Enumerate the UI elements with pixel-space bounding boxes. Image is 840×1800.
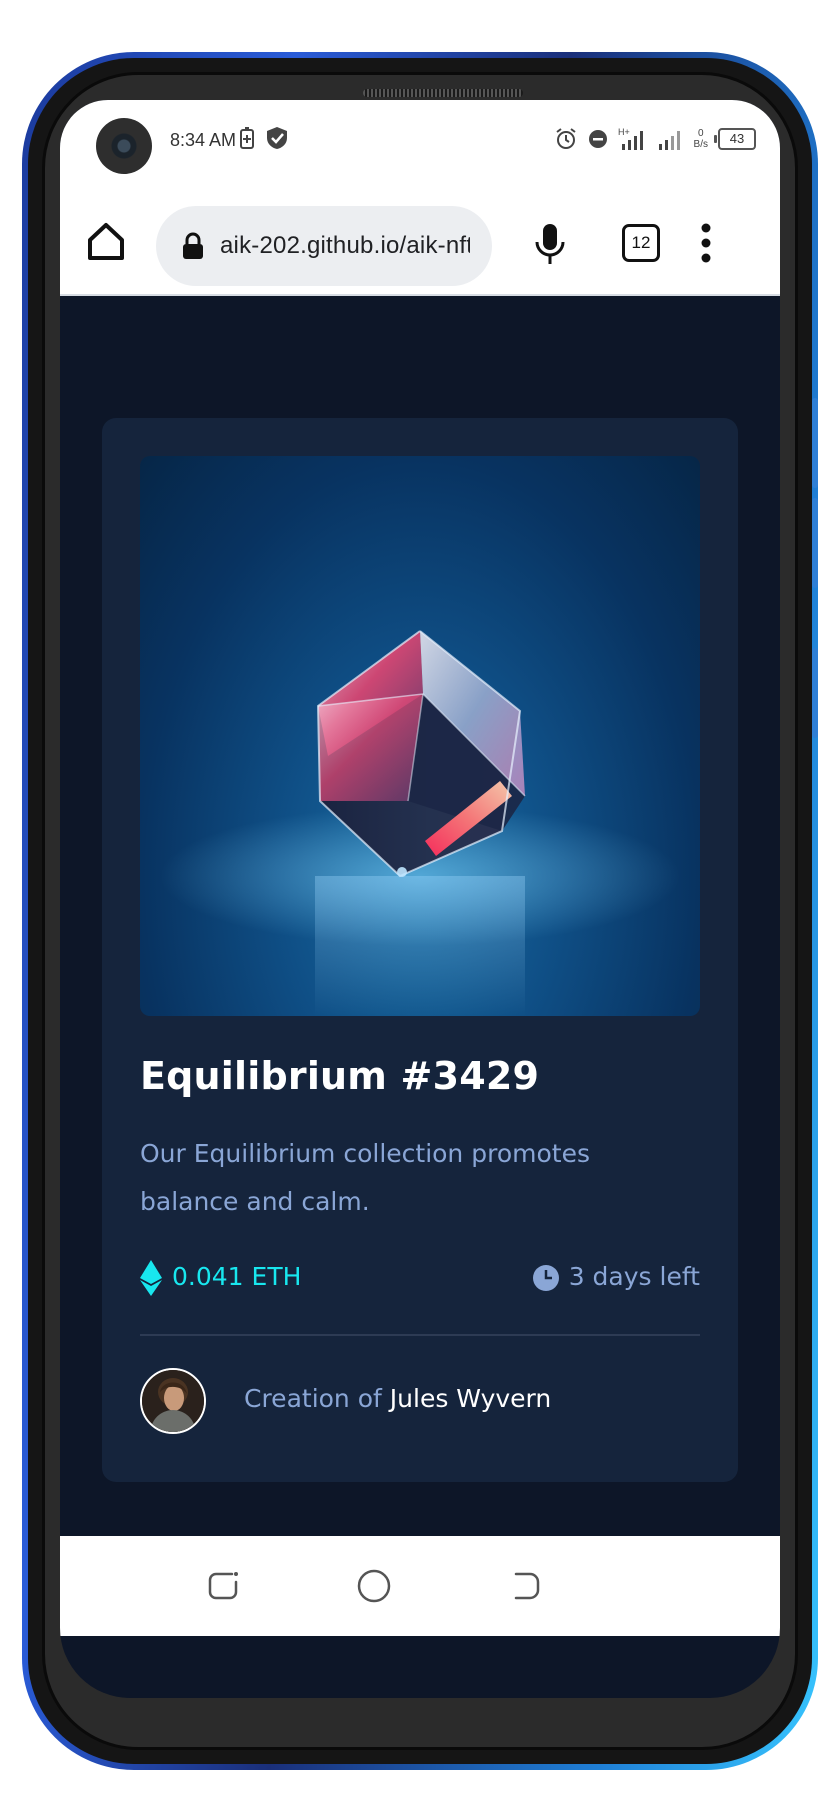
signal-icon — [658, 131, 680, 150]
address-bar[interactable]: aik-202.github.io/aik-nft — [156, 206, 492, 286]
status-time: 8:34 AM — [170, 130, 237, 150]
phone-screen: 8:34 AM H+ 0 B/s 43 aik-202.github.io/ai… — [60, 100, 780, 1698]
browser-toolbar: aik-202.github.io/aik-nft 12 — [60, 188, 780, 296]
front-camera — [96, 118, 152, 174]
creator-name-link[interactable]: Jules Wyvern — [390, 1384, 551, 1413]
status-right-icons: H+ 0 B/s 43 — [554, 126, 756, 152]
shield-icon — [267, 127, 287, 149]
battery-icon: 43 — [714, 128, 756, 150]
network-speed-unit: B/s — [693, 139, 708, 150]
back-icon[interactable] — [508, 1568, 544, 1604]
signal-h-icon: H+ — [618, 127, 643, 150]
status-bar: 8:34 AM H+ 0 B/s 43 — [60, 100, 780, 188]
volume-down-button — [812, 498, 818, 588]
creator-row: Creation of Jules Wyvern — [140, 1368, 700, 1434]
time-left: 3 days left — [568, 1262, 700, 1291]
nft-description: Our Equilibrium collection promotes bala… — [140, 1139, 590, 1216]
recents-icon[interactable] — [206, 1568, 242, 1604]
system-nav-bar — [60, 1536, 780, 1636]
nft-price: 0.041 ETH — [172, 1262, 302, 1291]
home-icon[interactable] — [84, 220, 128, 264]
card-divider — [140, 1334, 700, 1336]
dnd-icon — [588, 130, 607, 148]
mic-icon[interactable] — [530, 222, 570, 266]
svg-text:H+: H+ — [618, 127, 630, 137]
creator-avatar — [140, 1368, 206, 1434]
nft-card: Equilibrium #3429 Our Equilibrium collec… — [102, 418, 738, 1482]
earpiece-speaker — [363, 89, 523, 97]
network-speed: 0 B/s — [694, 128, 708, 150]
url-text[interactable]: aik-202.github.io/aik-nft — [220, 232, 470, 260]
battery-saver-icon — [240, 127, 254, 149]
web-page: Equilibrium #3429 Our Equilibrium collec… — [60, 296, 780, 1536]
more-vert-icon[interactable] — [694, 220, 718, 266]
power-button — [812, 648, 818, 738]
volume-up-button — [812, 398, 818, 488]
home-circle-icon[interactable] — [356, 1568, 392, 1604]
cube-illustration — [160, 630, 680, 1016]
ethereum-icon — [140, 1260, 162, 1296]
creator-prefix: Creation of — [244, 1384, 382, 1413]
tabs-icon[interactable]: 12 — [622, 224, 660, 262]
clock-icon — [533, 1265, 559, 1291]
avatar-portrait — [142, 1370, 204, 1432]
network-speed-value: 0 — [697, 128, 704, 139]
price-row: 0.041 ETH 3 days left — [140, 1258, 700, 1298]
alarm-icon — [555, 128, 576, 149]
nft-title[interactable]: Equilibrium #3429 — [140, 1054, 539, 1098]
creator-credit: Creation of Jules Wyvern — [244, 1384, 551, 1413]
lock-icon — [183, 232, 203, 259]
status-left-icons — [240, 126, 288, 150]
nft-image[interactable] — [140, 456, 700, 1016]
